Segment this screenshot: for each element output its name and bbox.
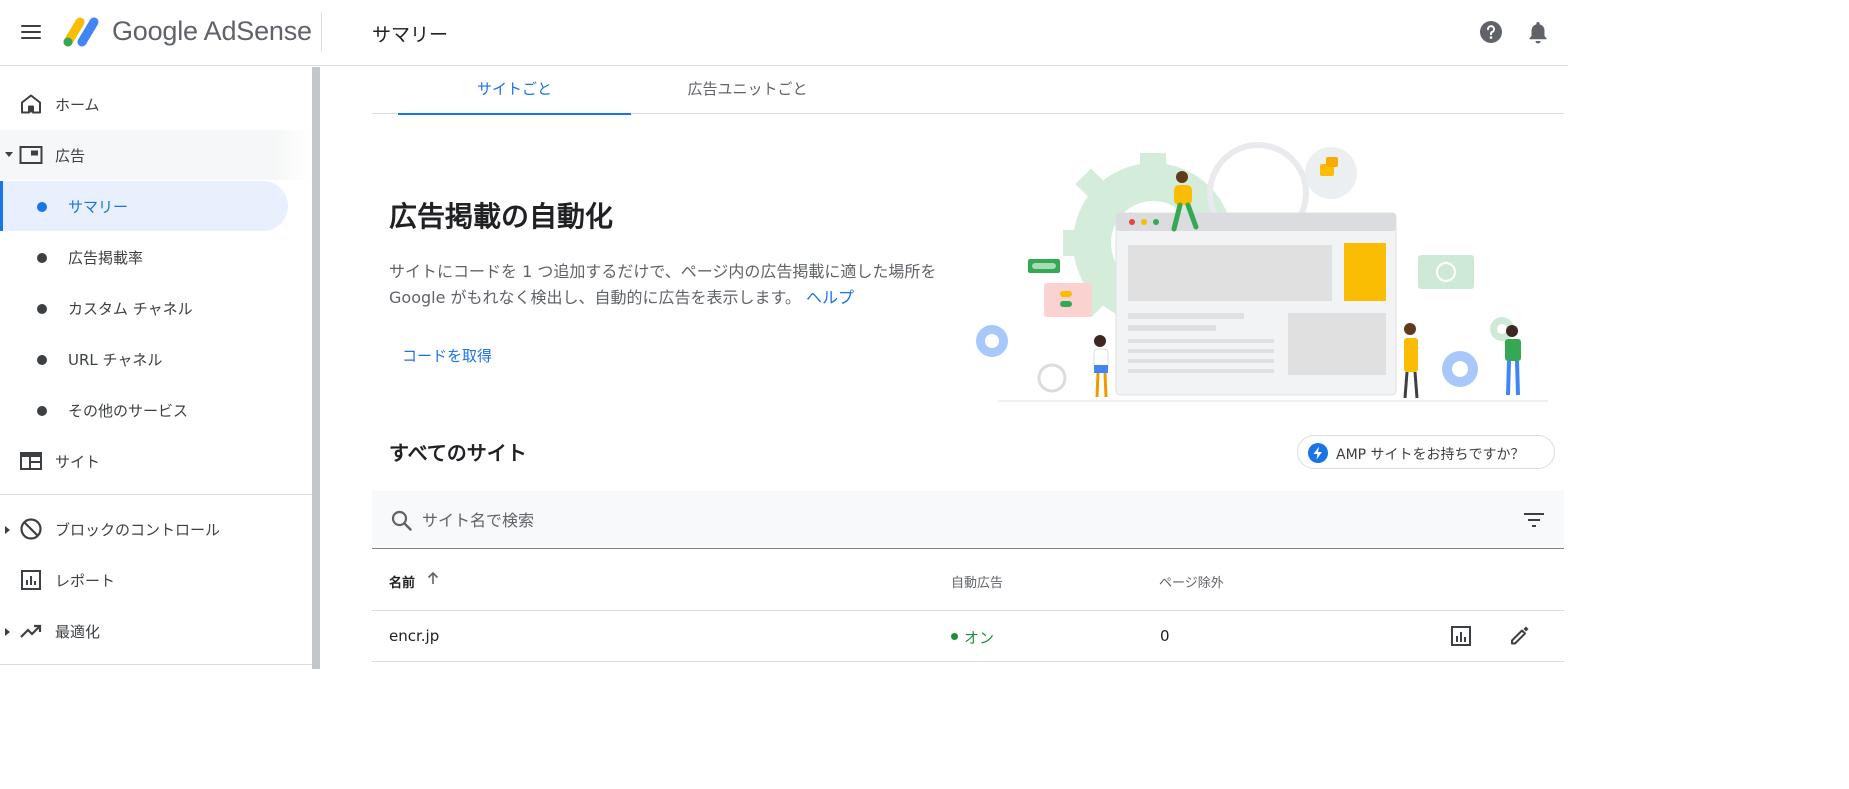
sidebar-item-label: その他のサービス xyxy=(68,402,189,420)
column-header-name[interactable]: 名前 xyxy=(389,572,415,591)
auto-ads-title: 広告掲載の自動化 xyxy=(389,200,614,233)
search-icon xyxy=(391,510,412,531)
help-link[interactable]: ヘルプ xyxy=(806,288,854,307)
auto-ads-description: サイトにコードを 1 つ追加するだけで、ページ内の広告掲載に適した場所を Goo… xyxy=(389,259,969,311)
sidebar-item-optimization[interactable]: 最適化 xyxy=(0,606,312,656)
top-app-bar: Google AdSense サマリー xyxy=(0,0,1568,66)
bullet-icon xyxy=(37,304,47,314)
sidebar-item-reports[interactable]: レポート xyxy=(0,555,312,605)
sidebar-item-sites[interactable]: サイト xyxy=(0,436,312,486)
sidebar-item-block-controls[interactable]: ブロックのコントロール xyxy=(0,504,312,554)
site-name-cell[interactable]: encr.jp xyxy=(389,627,439,645)
sites-table-header: 名前 自動広告 ページ除外 xyxy=(372,550,1564,611)
menu-icon[interactable] xyxy=(19,20,43,44)
sidebar-item-label: カスタム チャネル xyxy=(68,300,193,318)
auto-ads-status-cell: オン xyxy=(951,627,994,648)
bullet-icon xyxy=(37,253,47,263)
sidebar-item-ads[interactable]: 広告 xyxy=(0,130,312,180)
auto-ads-status-text: オン xyxy=(964,629,995,647)
amp-button-label: AMP サイトをお持ちですか？ xyxy=(1336,447,1525,463)
sidebar-item-label: サイト xyxy=(55,453,101,471)
page-exclusions-cell: 0 xyxy=(1160,627,1170,645)
sidebar-item-home[interactable]: ホーム xyxy=(0,79,312,129)
sidebar-item-coverage[interactable]: 広告掲載率 xyxy=(0,232,288,282)
sidebar-divider xyxy=(0,664,312,665)
sidebar-item-label: 広告掲載率 xyxy=(68,249,144,267)
status-dot-icon xyxy=(951,633,958,640)
block-icon xyxy=(20,518,42,540)
sort-ascending-icon[interactable] xyxy=(427,571,439,585)
sidebar-item-other-services[interactable]: その他のサービス xyxy=(0,385,288,435)
main-content: サイトごと 広告ユニットごと 広告掲載の自動化 サイトにコードを 1 つ追加する… xyxy=(320,67,1568,669)
sidebar-divider xyxy=(0,494,312,495)
site-search-bar xyxy=(372,491,1564,549)
sidebar-item-label: レポート xyxy=(55,572,116,590)
amp-sites-button[interactable]: AMP サイトをお持ちですか？ xyxy=(1297,435,1555,469)
ads-icon xyxy=(19,146,43,164)
home-icon xyxy=(21,94,41,114)
sidebar-item-label: 最適化 xyxy=(55,623,101,641)
sidebar-item-label: 広告 xyxy=(55,147,86,165)
bullet-icon xyxy=(37,355,47,365)
topbar-divider xyxy=(321,12,322,52)
site-search-input[interactable] xyxy=(422,503,1502,537)
column-header-auto-ads[interactable]: 自動広告 xyxy=(951,572,1003,591)
edit-pencil-icon[interactable] xyxy=(1509,624,1531,646)
trending-up-icon xyxy=(20,624,42,638)
get-code-button[interactable]: コードを取得 xyxy=(390,339,504,372)
tab-by-site[interactable]: サイトごと xyxy=(398,67,631,115)
tab-by-ad-unit[interactable]: 広告ユニットごと xyxy=(631,67,864,114)
sidebar-item-label: ブロックのコントロール xyxy=(55,521,221,539)
filter-icon[interactable] xyxy=(1524,512,1544,528)
site-icon xyxy=(20,452,42,470)
auto-ads-illustration xyxy=(976,142,1548,402)
description-text: サイトにコードを 1 つ追加するだけで、ページ内の広告掲載に適した場所を Goo… xyxy=(389,262,937,307)
bullet-icon xyxy=(37,202,47,212)
sidebar-item-summary[interactable]: サマリー xyxy=(0,181,288,231)
table-row[interactable]: encr.jp オン 0 xyxy=(372,611,1564,662)
chevron-down-icon xyxy=(5,152,13,157)
page-title: サマリー xyxy=(372,24,449,46)
report-icon xyxy=(21,570,41,590)
sidebar-scrollbar[interactable] xyxy=(312,67,320,669)
sidebar-item-custom-channels[interactable]: カスタム チャネル xyxy=(0,283,288,333)
column-header-page-exclusions[interactable]: ページ除外 xyxy=(1159,572,1224,591)
chevron-right-icon xyxy=(5,628,10,636)
bullet-icon xyxy=(37,406,47,416)
sidebar-item-label: ホーム xyxy=(55,96,100,114)
brand-name[interactable]: Google AdSense xyxy=(112,16,312,47)
sidebar-item-label: URL チャネル xyxy=(68,351,163,369)
view-tabs: サイトごと 広告ユニットごと xyxy=(372,67,1564,115)
sidebar-item-label: サマリー xyxy=(68,198,129,216)
help-icon[interactable] xyxy=(1479,20,1503,44)
report-icon[interactable] xyxy=(1450,625,1472,647)
lightning-bolt-icon xyxy=(1308,443,1328,463)
chevron-right-icon xyxy=(5,526,10,534)
sidebar-item-url-channels[interactable]: URL チャネル xyxy=(0,334,288,384)
adsense-logo-icon xyxy=(63,17,99,47)
all-sites-heading: すべてのサイト xyxy=(389,441,527,465)
sidebar-nav: ホーム 広告 サマリー 広告掲載率 カスタム チャネル URL チャネル その他… xyxy=(0,67,312,669)
notifications-bell-icon[interactable] xyxy=(1526,19,1550,45)
